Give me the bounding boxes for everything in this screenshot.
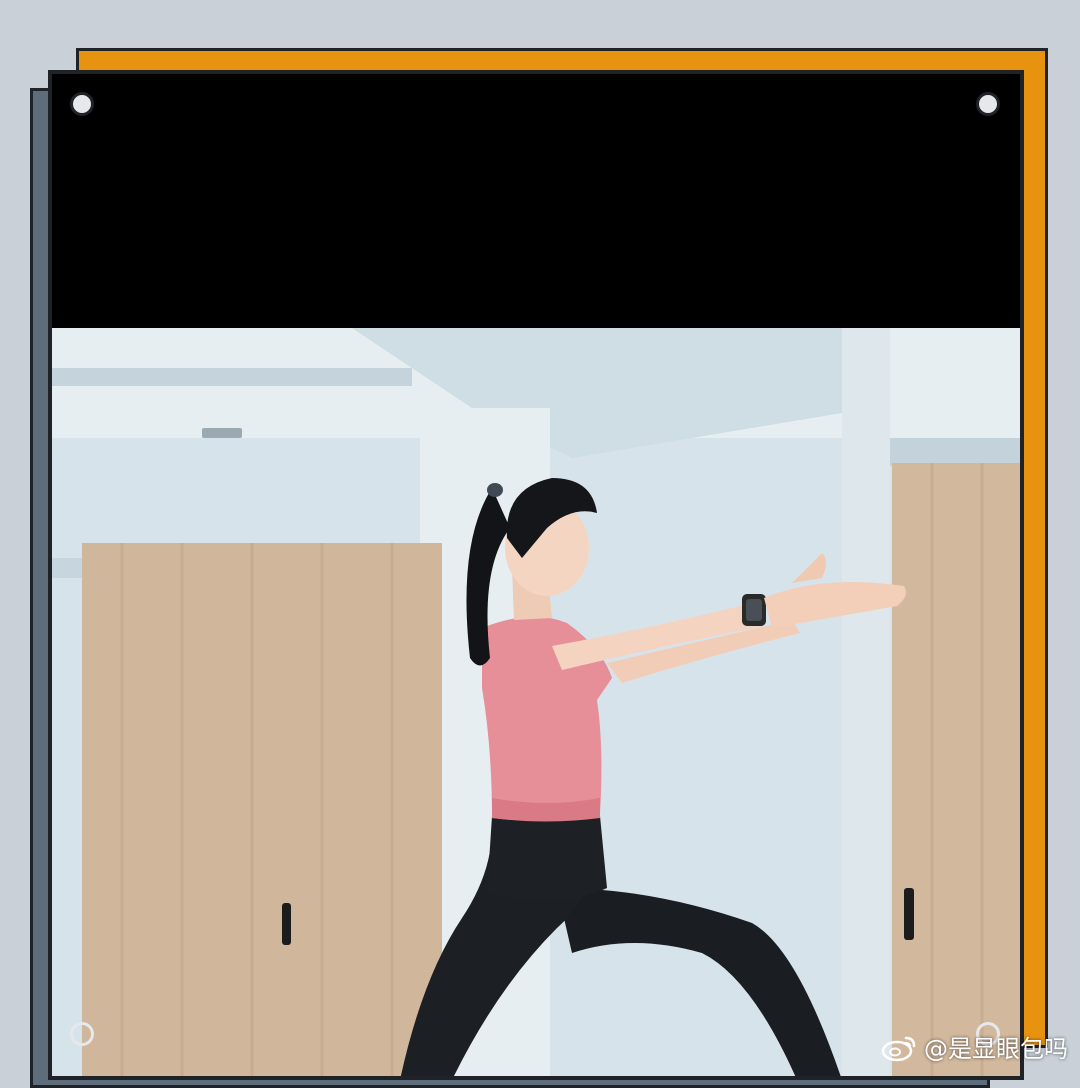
photo-card: [48, 70, 1024, 1080]
corner-pin-top-left: [70, 92, 94, 116]
watermark-text: @是显眼包吗: [924, 1035, 1068, 1063]
corner-pin-bottom-left: [70, 1022, 94, 1046]
weibo-icon: [881, 1036, 916, 1061]
yoga-photo: [52, 328, 1020, 1076]
watermark: @是显眼包吗: [880, 1029, 1068, 1064]
black-band: [52, 74, 1020, 328]
corner-pin-top-right: [976, 92, 1000, 116]
